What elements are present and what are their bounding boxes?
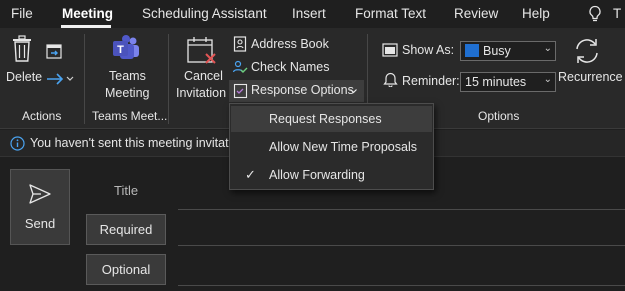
chevron-down-icon: ⌄ [543, 43, 552, 54]
response-options-button[interactable]: Response Options [229, 80, 364, 102]
info-icon [10, 136, 25, 151]
check-names-icon[interactable] [232, 59, 248, 75]
tab-insert[interactable]: Insert [292, 6, 326, 21]
cancel-invitation-icon[interactable] [186, 36, 218, 66]
calendar-forward-icon[interactable] [45, 42, 63, 60]
check-names-button[interactable]: Check Names [251, 60, 330, 74]
chevron-down-icon: ⌄ [543, 74, 552, 85]
show-as-icon [382, 43, 398, 57]
checkmark-icon: ✓ [245, 167, 256, 182]
teams-meeting-button-line2[interactable]: Meeting [105, 86, 149, 100]
optional-attendees-button[interactable]: Optional [86, 254, 166, 285]
teams-group-label: Teams Meet... [92, 109, 168, 123]
tab-format-text[interactable]: Format Text [355, 6, 426, 21]
group-separator [168, 34, 169, 124]
teams-icon[interactable]: T [111, 33, 141, 63]
bell-icon [383, 72, 398, 87]
tab-review[interactable]: Review [454, 6, 498, 21]
required-attendees-button[interactable]: Required [86, 214, 166, 245]
address-book-icon[interactable] [233, 36, 247, 52]
tab-overflow[interactable]: T [613, 6, 621, 21]
ribbon-tab-bar: File Meeting Scheduling Assistant Insert… [0, 0, 625, 28]
menu-item-allow-forwarding[interactable]: ✓ Allow Forwarding [231, 162, 432, 188]
menu-item-label: Allow New Time Proposals [269, 140, 417, 154]
tab-file[interactable]: File [11, 6, 33, 21]
title-field-underline [178, 209, 625, 210]
title-field-placeholder[interactable]: Title [114, 183, 138, 198]
recurrence-icon[interactable] [571, 36, 603, 66]
lightbulb-icon[interactable] [587, 5, 603, 23]
optional-field-underline [178, 285, 625, 286]
busy-color-swatch [465, 44, 479, 57]
forward-arrow-icon[interactable] [45, 72, 75, 86]
required-field-underline [178, 245, 625, 246]
menu-item-request-responses[interactable]: Request Responses [231, 106, 432, 132]
show-as-value: Busy [483, 44, 511, 58]
svg-text:T: T [117, 44, 124, 56]
info-bar-text: You haven't sent this meeting invitation [30, 136, 246, 150]
send-button[interactable]: Send [10, 169, 70, 245]
tab-scheduling-assistant[interactable]: Scheduling Assistant [142, 6, 267, 21]
send-icon [29, 184, 51, 204]
actions-group-label: Actions [22, 109, 62, 123]
response-options-menu: Request Responses Allow New Time Proposa… [229, 103, 434, 190]
show-as-label: Show As: [402, 43, 455, 57]
chevron-down-icon [350, 89, 357, 94]
menu-item-label: Request Responses [269, 112, 382, 126]
reminder-dropdown[interactable]: 15 minutes ⌄ [460, 72, 556, 92]
group-separator [84, 34, 85, 124]
show-as-dropdown[interactable]: Busy ⌄ [460, 41, 556, 61]
menu-item-allow-new-time-proposals[interactable]: Allow New Time Proposals [231, 134, 432, 160]
reminder-value: 15 minutes [465, 75, 527, 89]
recurrence-button-label[interactable]: Recurrence [558, 70, 623, 84]
send-button-label: Send [24, 216, 56, 231]
cancel-invitation-line2[interactable]: Invitation [176, 86, 226, 100]
delete-icon[interactable] [11, 35, 33, 63]
teams-meeting-button-line1[interactable]: Teams [109, 69, 146, 83]
options-group-label: Options [478, 109, 520, 123]
reminder-label: Reminder: [402, 74, 460, 88]
tab-meeting[interactable]: Meeting [62, 6, 113, 21]
response-options-icon [233, 83, 248, 99]
response-options-label: Response Options [251, 83, 354, 97]
menu-item-label: Allow Forwarding [269, 168, 365, 182]
cancel-invitation-line1[interactable]: Cancel [184, 69, 223, 83]
tab-help[interactable]: Help [522, 6, 550, 21]
delete-button-label[interactable]: Delete [6, 70, 42, 84]
address-book-button[interactable]: Address Book [251, 37, 329, 51]
